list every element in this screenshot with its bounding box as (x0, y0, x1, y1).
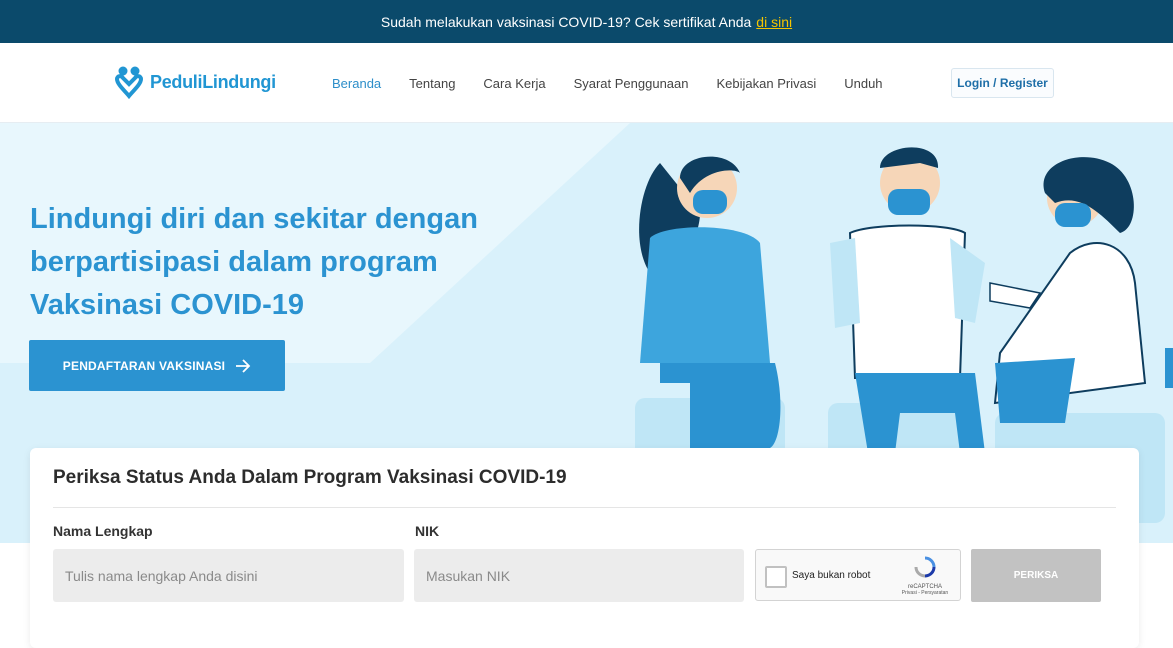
nik-input[interactable] (414, 549, 744, 602)
login-register-button[interactable]: Login / Register (951, 68, 1054, 98)
logo[interactable]: PeduliLindungi (114, 65, 276, 99)
status-check-card: Periksa Status Anda Dalam Program Vaksin… (30, 448, 1139, 648)
recaptcha-icon (914, 556, 936, 578)
certificate-link[interactable]: di sini (756, 14, 792, 30)
recaptcha-text: Saya bukan robot (792, 570, 871, 581)
name-label: Nama Lengkap (53, 523, 153, 539)
arrow-right-icon (236, 358, 251, 373)
check-status-button[interactable]: PERIKSA (971, 549, 1101, 602)
recaptcha-widget: Saya bukan robot reCAPTCHA Privasi - Per… (755, 549, 961, 601)
top-banner: Sudah melakukan vaksinasi COVID-19? Cek … (0, 0, 1173, 43)
divider (53, 507, 1116, 508)
nav-kebijakan-privasi[interactable]: Kebijakan Privasi (717, 76, 817, 91)
vaccination-registration-button[interactable]: PENDAFTARAN VAKSINASI (29, 340, 285, 391)
nav-unduh[interactable]: Unduh (844, 76, 882, 91)
nav-beranda[interactable]: Beranda (332, 76, 381, 91)
recaptcha-checkbox[interactable] (765, 566, 787, 588)
logo-heart-icon (114, 66, 144, 99)
nik-label: NIK (415, 523, 440, 539)
banner-text: Sudah melakukan vaksinasi COVID-19? Cek … (380, 13, 752, 30)
cta-label: PENDAFTARAN VAKSINASI (62, 358, 226, 373)
main-menu: Beranda Tentang Cara Kerja Syarat Penggu… (332, 76, 911, 91)
logo-text: PeduliLindungi (150, 71, 276, 92)
nav-tentang[interactable]: Tentang (409, 76, 455, 91)
card-title: Periksa Status Anda Dalam Program Vaksin… (53, 467, 567, 488)
navbar: PeduliLindungi Beranda Tentang Cara Kerj… (0, 43, 1173, 123)
nav-cara-kerja[interactable]: Cara Kerja (483, 76, 545, 91)
recaptcha-links[interactable]: Privasi - Persyaratan (898, 590, 952, 596)
nav-syarat-penggunaan[interactable]: Syarat Penggunaan (574, 76, 689, 91)
hero-title: Lindungi diri dan sekitar dengan berpart… (30, 203, 478, 321)
recaptcha-brand: reCAPTCHA Privasi - Persyaratan (898, 556, 952, 596)
full-name-input[interactable] (53, 549, 404, 602)
